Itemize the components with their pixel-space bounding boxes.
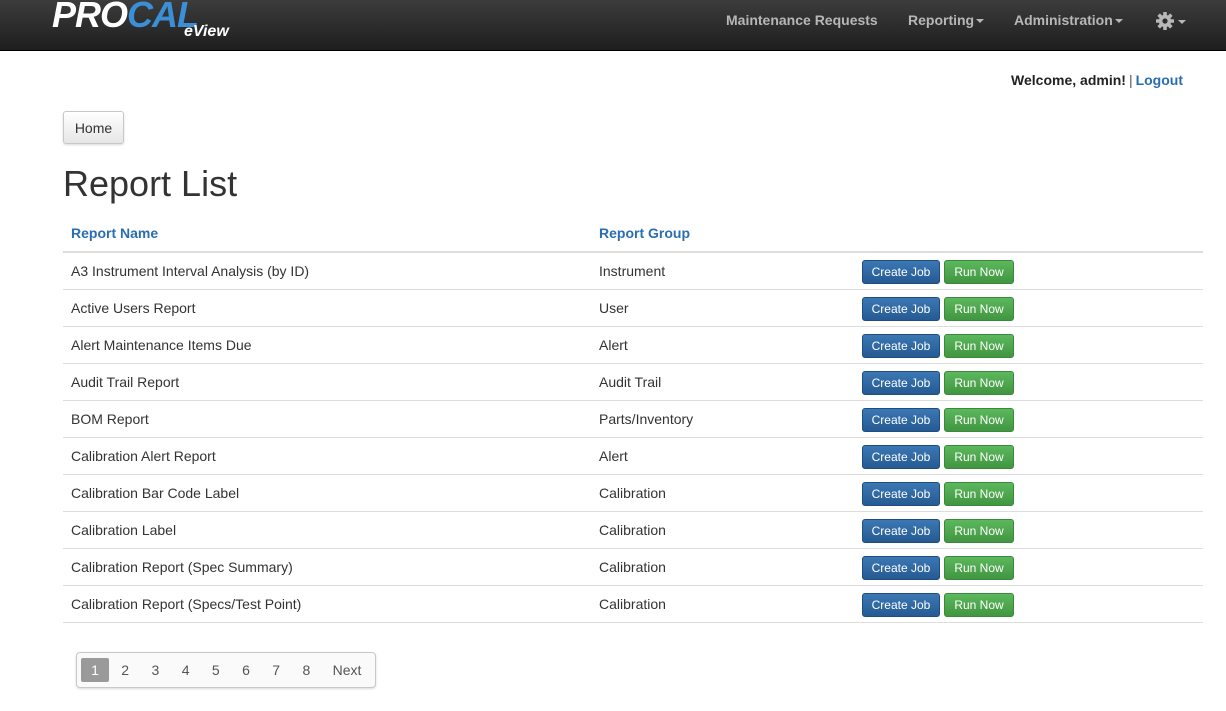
report-group-cell: Instrument	[599, 263, 666, 279]
table-row: Audit Trail Report Audit Trail Create Job R…	[63, 364, 1203, 401]
welcome-text: Welcome, admin!	[1011, 72, 1126, 88]
run-now-button[interactable]: Run Now	[944, 297, 1014, 321]
logout-link[interactable]: Logout	[1136, 72, 1183, 88]
report-name-cell: BOM Report	[71, 411, 149, 427]
caret-down-icon	[1114, 19, 1123, 24]
nav-reporting-dropdown[interactable]: Reporting	[908, 0, 985, 40]
report-name-cell: Calibration Report (Specs/Test Point)	[71, 596, 302, 612]
logo-wordmark: PROCAL	[52, 0, 199, 35]
report-group-cell: User	[599, 300, 629, 316]
create-job-button[interactable]: Create Job	[862, 371, 940, 395]
nav-administration-dropdown[interactable]: Administration	[1014, 0, 1123, 40]
nav-administration-label: Administration	[1014, 12, 1113, 28]
pagination-page-8[interactable]: 8	[292, 658, 320, 682]
run-now-button[interactable]: Run Now	[944, 445, 1014, 469]
caret-down-icon	[1178, 20, 1186, 24]
report-group-cell: Alert	[599, 337, 628, 353]
run-now-button[interactable]: Run Now	[944, 482, 1014, 506]
report-name-cell: Calibration Bar Code Label	[71, 485, 240, 501]
report-group-cell: Calibration	[599, 522, 666, 538]
run-now-button[interactable]: Run Now	[944, 371, 1014, 395]
pagination-page-6[interactable]: 6	[232, 658, 260, 682]
column-header-report-name[interactable]: Report Name	[71, 225, 158, 241]
create-job-button[interactable]: Create Job	[862, 297, 940, 321]
caret-down-icon	[976, 19, 985, 24]
create-job-button[interactable]: Create Job	[862, 445, 940, 469]
page-title: Report List	[63, 163, 238, 204]
gear-icon	[1156, 12, 1174, 30]
run-now-button[interactable]: Run Now	[944, 593, 1014, 617]
create-job-button[interactable]: Create Job	[862, 408, 940, 432]
top-navbar: PROCAL eView Maintenance Requests Report…	[0, 0, 1226, 51]
settings-dropdown[interactable]	[1155, 11, 1191, 33]
report-name-cell: Calibration Label	[71, 522, 177, 538]
table-row: Calibration Report (Spec Summary) Calibra…	[63, 549, 1203, 586]
create-job-button[interactable]: Create Job	[862, 334, 940, 358]
report-name-cell: Calibration Report (Spec Summary)	[71, 559, 293, 575]
table-header: Report Name Report Group	[63, 215, 1203, 253]
report-name-cell: A3 Instrument Interval Analysis (by ID)	[71, 263, 310, 279]
table-row: BOM Report Parts/Inventory Create Job Run N…	[63, 401, 1203, 438]
procal-eview-logo[interactable]: PROCAL eView	[52, 0, 247, 47]
nav-reporting-label: Reporting	[908, 12, 975, 28]
run-now-button[interactable]: Run Now	[944, 334, 1014, 358]
create-job-button[interactable]: Create Job	[862, 593, 940, 617]
report-group-cell: Calibration	[599, 559, 666, 575]
table-row: A3 Instrument Interval Analysis (by ID) I…	[63, 253, 1203, 290]
report-name-cell: Active Users Report	[71, 300, 196, 316]
pagination-page-7[interactable]: 7	[262, 658, 290, 682]
table-row: Calibration Label Calibration Create Job Ru…	[63, 512, 1203, 549]
report-group-cell: Calibration	[599, 485, 666, 501]
run-now-button[interactable]: Run Now	[944, 519, 1014, 543]
pagination-next[interactable]: Next	[327, 658, 367, 682]
table-row: Calibration Alert Report Alert Create Job R…	[63, 438, 1203, 475]
report-group-cell: Calibration	[599, 596, 666, 612]
welcome-separator: |	[1128, 72, 1133, 88]
run-now-button[interactable]: Run Now	[944, 556, 1014, 580]
create-job-button[interactable]: Create Job	[862, 482, 940, 506]
run-now-button[interactable]: Run Now	[944, 408, 1014, 432]
report-name-cell: Calibration Alert Report	[71, 448, 216, 464]
create-job-button[interactable]: Create Job	[862, 556, 940, 580]
table-row: Calibration Report (Specs/Test Point) Cal…	[63, 586, 1203, 623]
pagination-page-2[interactable]: 2	[111, 658, 139, 682]
pagination-page-4[interactable]: 4	[172, 658, 200, 682]
report-table: Report Name Report Group A3 Instrument I…	[63, 215, 1203, 623]
home-breadcrumb-button[interactable]: Home	[63, 111, 124, 144]
pagination-page-1[interactable]: 1	[81, 658, 109, 682]
report-group-cell: Parts/Inventory	[599, 411, 694, 427]
create-job-button[interactable]: Create Job	[862, 260, 940, 284]
report-group-cell: Alert	[599, 448, 628, 464]
report-name-cell: Alert Maintenance Items Due	[71, 337, 252, 353]
welcome-bar: Welcome, admin! | Logout	[1011, 72, 1183, 88]
table-row: Calibration Bar Code Label Calibration Cre…	[63, 475, 1203, 512]
pagination-page-5[interactable]: 5	[202, 658, 230, 682]
logo-subtitle: eView	[184, 23, 229, 40]
report-group-cell: Audit Trail	[599, 374, 662, 390]
report-name-cell: Audit Trail Report	[71, 374, 180, 390]
column-header-report-group[interactable]: Report Group	[599, 225, 690, 241]
logo-pro: PRO	[52, 0, 128, 35]
run-now-button[interactable]: Run Now	[944, 260, 1014, 284]
table-row: Active Users Report User Create Job Run Now	[63, 290, 1203, 327]
nav-maintenance-requests[interactable]: Maintenance Requests	[726, 0, 878, 40]
pagination: 12345678 Next	[76, 652, 376, 688]
table-row: Alert Maintenance Items Due Alert Create J…	[63, 327, 1203, 364]
nav-maintenance-requests-label: Maintenance Requests	[726, 12, 878, 28]
create-job-button[interactable]: Create Job	[862, 519, 940, 543]
table-body: A3 Instrument Interval Analysis (by ID) I…	[63, 253, 1203, 623]
pagination-page-3[interactable]: 3	[141, 658, 169, 682]
